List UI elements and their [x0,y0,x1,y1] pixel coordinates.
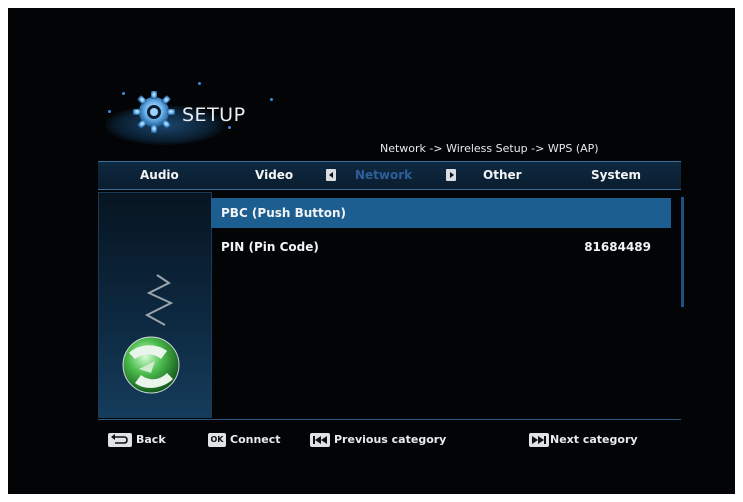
ok-key: OK [208,433,226,447]
tab-network[interactable]: Network [355,168,412,182]
content-panel: PBC (Push Button) PIN (Pin Code) 8168448… [98,189,684,420]
back-icon [108,433,132,447]
logo-dot [270,98,273,101]
help-back[interactable]: Back [108,433,166,447]
logo-dot [108,110,111,113]
previous-category-label: Previous category [334,433,447,446]
scrollbar[interactable] [681,197,684,307]
logo-dot [122,92,125,95]
list-item-label: PBC (Push Button) [221,206,347,220]
prev-icon [310,433,330,447]
category-sidebar [98,192,212,418]
tab-system[interactable]: System [591,168,641,182]
setup-logo: SETUP [100,80,300,150]
page-title: SETUP [182,104,246,126]
back-label: Back [136,433,166,446]
settings-list: PBC (Push Button) PIN (Pin Code) 8168448… [211,192,671,416]
gear-icon [133,91,175,133]
next-icon [529,433,549,447]
connect-label: Connect [230,433,281,446]
help-previous-category[interactable]: Previous category [310,433,446,447]
category-tab-bar: Audio Video Network Other System [98,161,681,190]
help-next-category[interactable]: Next category [529,433,638,447]
logo-dot [198,82,201,85]
tab-video[interactable]: Video [255,168,293,182]
pin-code-value: 81684489 [584,240,651,254]
arrow-left-icon[interactable] [326,169,336,181]
list-item-pbc[interactable]: PBC (Push Button) [211,198,671,228]
arrow-right-icon[interactable] [446,169,456,181]
tab-other[interactable]: Other [483,168,522,182]
next-category-label: Next category [550,433,638,446]
breadcrumb: Network -> Wireless Setup -> WPS (AP) [380,142,599,155]
tab-audio[interactable]: Audio [140,168,179,182]
globe-icon [122,274,180,394]
help-connect[interactable]: OK Connect [208,433,281,447]
tv-screen: SETUP Network -> Wireless Setup -> WPS (… [8,8,735,494]
logo-dot [228,126,231,129]
list-item-label: PIN (Pin Code) [221,240,319,254]
list-item-pin[interactable]: PIN (Pin Code) 81684489 [211,232,671,262]
